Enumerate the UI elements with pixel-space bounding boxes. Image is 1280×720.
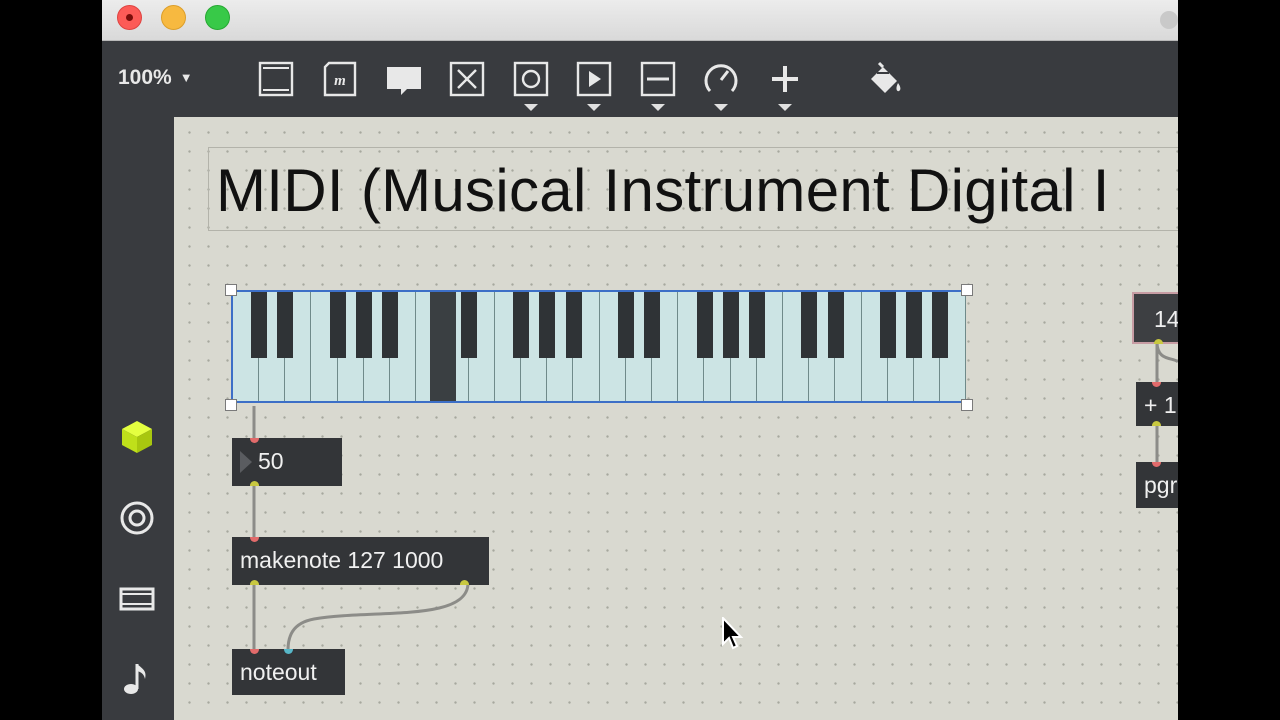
zoom-menu[interactable]: 100% ▼ — [118, 66, 193, 90]
right-number-box[interactable]: 14 — [1132, 292, 1178, 344]
pressed-key[interactable] — [429, 292, 456, 401]
noteout-object[interactable]: noteout — [232, 649, 345, 695]
new-object-icon[interactable] — [257, 59, 295, 99]
add-object-icon[interactable] — [766, 59, 804, 111]
keyboard-slider[interactable] — [231, 290, 967, 403]
plus-label: + 1 — [1144, 392, 1177, 418]
zoom-level: 100% — [118, 66, 172, 89]
inlet[interactable] — [250, 438, 259, 443]
pgmout-object[interactable]: pgr — [1136, 462, 1178, 508]
outlet[interactable] — [250, 580, 259, 585]
black-key[interactable] — [618, 292, 634, 358]
resize-handle[interactable] — [961, 399, 973, 411]
black-key[interactable] — [906, 292, 923, 358]
inlet[interactable] — [1152, 382, 1161, 387]
film-icon[interactable] — [119, 581, 155, 617]
black-key[interactable] — [932, 292, 949, 358]
number-value: 50 — [258, 448, 284, 474]
makenote-object[interactable]: makenote 127 1000 — [232, 537, 489, 585]
page-title: MIDI (Musical Instrument Digital I — [216, 157, 1110, 224]
minimize-button[interactable] — [161, 5, 186, 30]
black-key[interactable] — [329, 292, 346, 358]
black-key[interactable] — [513, 292, 530, 358]
black-key[interactable] — [539, 292, 556, 358]
play-object-icon[interactable] — [575, 59, 613, 111]
resize-handle[interactable] — [225, 399, 237, 411]
slider-object-icon[interactable] — [639, 59, 677, 111]
black-key[interactable] — [827, 292, 844, 358]
add-menu-arrow-icon[interactable] — [778, 104, 792, 111]
outlet[interactable] — [1154, 339, 1163, 344]
right-number-value: 14 — [1154, 306, 1178, 332]
pgmout-label: pgr — [1144, 472, 1178, 498]
inlet[interactable] — [284, 649, 293, 654]
resize-handle[interactable] — [961, 284, 973, 296]
svg-text:m: m — [334, 73, 346, 89]
mouse-cursor-icon — [722, 617, 744, 650]
dial-object-icon[interactable] — [702, 59, 740, 111]
window-corner-icon — [1160, 11, 1178, 29]
title-bar — [102, 0, 1178, 41]
noteout-label: noteout — [240, 659, 317, 685]
paint-bucket-icon[interactable] — [865, 59, 903, 99]
black-key[interactable] — [880, 292, 896, 358]
outlet[interactable] — [1152, 421, 1161, 426]
left-sidebar — [102, 117, 174, 720]
makenote-label: makenote 127 1000 — [240, 547, 444, 573]
number-box[interactable]: 50 — [232, 438, 342, 486]
black-key[interactable] — [382, 292, 399, 358]
black-key[interactable] — [696, 292, 713, 358]
black-key[interactable] — [356, 292, 372, 358]
outlet[interactable] — [250, 481, 259, 486]
patcher-toolbar: 100% ▼ m — [102, 41, 1178, 117]
message-icon[interactable]: m — [321, 59, 359, 99]
target-icon[interactable] — [119, 500, 155, 536]
slider-menu-arrow-icon[interactable] — [651, 104, 665, 111]
inlet[interactable] — [1152, 462, 1161, 467]
music-note-icon[interactable] — [119, 661, 155, 697]
play-menu-arrow-icon[interactable] — [587, 104, 601, 111]
black-key[interactable] — [565, 292, 582, 358]
comment-icon[interactable] — [385, 59, 423, 99]
black-key[interactable] — [749, 292, 765, 358]
black-key[interactable] — [722, 292, 739, 358]
black-key[interactable] — [460, 292, 477, 358]
zoom-button[interactable] — [205, 5, 230, 30]
dial-menu-arrow-icon[interactable] — [714, 104, 728, 111]
title-comment[interactable]: MIDI (Musical Instrument Digital I — [208, 147, 1178, 231]
inlet[interactable] — [250, 537, 259, 542]
button-object-icon[interactable] — [448, 59, 486, 99]
plus-object[interactable]: + 1 — [1136, 382, 1178, 426]
toggle-object-icon[interactable] — [512, 59, 550, 111]
black-key[interactable] — [801, 292, 818, 358]
inlet[interactable] — [250, 649, 259, 654]
package-cube-icon[interactable] — [119, 419, 155, 455]
patcher-canvas[interactable]: MIDI (Musical Instrument Digital I 50 ma… — [174, 117, 1178, 720]
black-key[interactable] — [644, 292, 661, 358]
close-button[interactable] — [117, 5, 142, 30]
max-patcher-window: 100% ▼ m MIDI (Musical Instrument Digita… — [102, 0, 1178, 720]
outlet[interactable] — [460, 580, 469, 585]
resize-handle[interactable] — [225, 284, 237, 296]
toggle-menu-arrow-icon[interactable] — [524, 104, 538, 111]
black-key[interactable] — [251, 292, 268, 358]
number-arrow-icon — [240, 451, 252, 473]
black-key[interactable] — [277, 292, 294, 358]
chevron-down-icon: ▼ — [179, 70, 193, 85]
